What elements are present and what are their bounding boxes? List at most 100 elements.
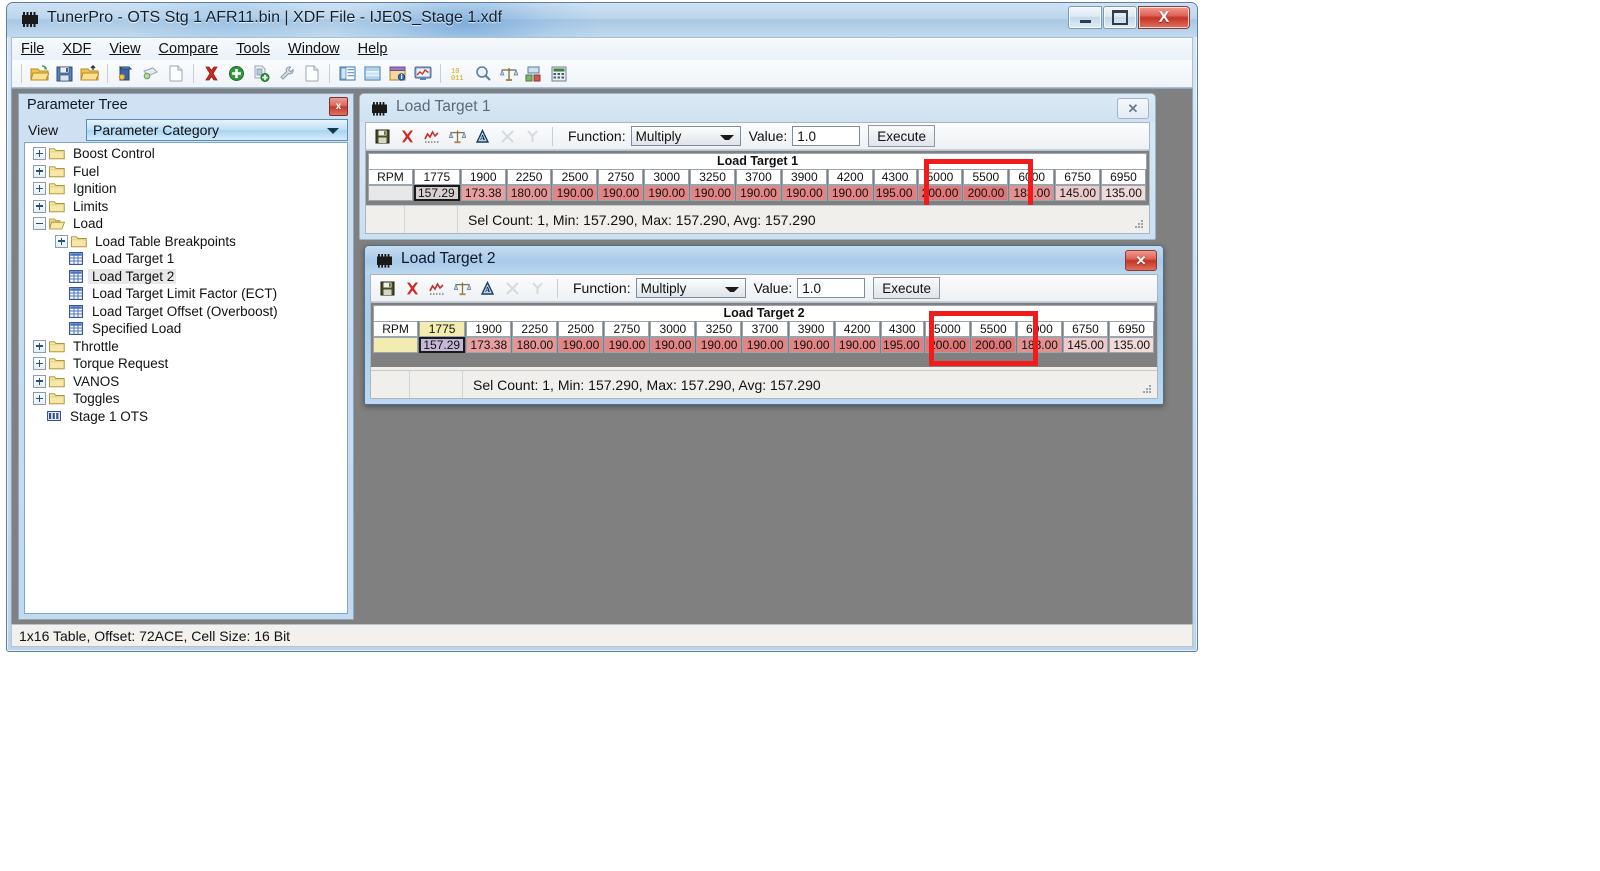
column-header[interactable]: 2750	[598, 169, 644, 185]
function-dropdown[interactable]: Multiply	[635, 278, 746, 298]
tree-item-torque-request[interactable]: Torque Request	[25, 355, 347, 373]
data-cell[interactable]: 190.00	[834, 337, 880, 353]
save-table-icon[interactable]	[377, 278, 397, 298]
hex-editor-icon[interactable]: 10 011	[448, 63, 469, 84]
column-header[interactable]: 3700	[742, 321, 788, 337]
column-header[interactable]: 4200	[834, 321, 880, 337]
tree-item-load[interactable]: Load	[25, 215, 347, 233]
revert-red-x-icon[interactable]	[402, 278, 422, 298]
expand-icon[interactable]	[55, 234, 68, 248]
copy-add-icon[interactable]	[251, 63, 272, 84]
table-window-close-button[interactable]: ✕	[1125, 250, 1157, 271]
function-dropdown[interactable]: Multiply	[630, 126, 741, 146]
collapse-icon[interactable]	[33, 217, 46, 231]
graph-monitor-icon[interactable]	[412, 63, 433, 84]
tree-item-load-target-2[interactable]: Load Target 2	[25, 268, 347, 286]
tree-item-limits[interactable]: Limits	[25, 198, 347, 216]
data-cell[interactable]: 195.00	[873, 185, 917, 201]
tree-item-stage-1-ots[interactable]: Stage 1 OTS	[25, 408, 347, 426]
tree-item-load-target-limit-factor-ect[interactable]: Load Target Limit Factor (ECT)	[25, 285, 347, 303]
column-header[interactable]: 2750	[604, 321, 650, 337]
column-header[interactable]: 6750	[1062, 321, 1108, 337]
value-input[interactable]: 1.0	[792, 126, 861, 146]
column-header[interactable]: 6750	[1055, 169, 1101, 185]
data-cell[interactable]: 173.38	[466, 337, 512, 353]
layout-icon[interactable]	[523, 63, 544, 84]
tree-item-ignition[interactable]: Ignition	[25, 180, 347, 198]
data-cell[interactable]: 190.00	[781, 185, 827, 201]
save-table-icon[interactable]	[372, 126, 392, 146]
revert-red-x-icon[interactable]	[397, 126, 417, 146]
data-cell[interactable]: 183.00	[1016, 337, 1062, 353]
histogram-icon[interactable]: A	[477, 278, 497, 298]
compare-scales-icon[interactable]	[498, 63, 519, 84]
expand-icon[interactable]	[33, 357, 46, 371]
data-cell[interactable]: 145.00	[1062, 337, 1108, 353]
close-button[interactable]: X	[1138, 6, 1190, 29]
tree-item-boost-control[interactable]: Boost Control	[25, 145, 347, 163]
data-cell[interactable]: 190.00	[650, 337, 696, 353]
scales-compare-icon[interactable]	[452, 278, 472, 298]
menu-help[interactable]: Help	[349, 39, 397, 59]
expand-icon[interactable]	[33, 339, 46, 353]
data-cell[interactable]: 145.00	[1055, 185, 1101, 201]
column-header[interactable]: 2500	[552, 169, 598, 185]
data-cell[interactable]: 135.00	[1108, 337, 1155, 353]
data-cell[interactable]: 183.00	[1009, 185, 1055, 201]
column-header[interactable]: 1775	[419, 321, 466, 337]
table-window-load-target-1[interactable]: Load Target 1 ✕ A Function: Multiply Value: 1.…	[359, 93, 1156, 240]
table-window-titlebar[interactable]: Load Target 2 ✕	[365, 246, 1163, 274]
wrench-icon[interactable]	[276, 63, 297, 84]
table-window-titlebar[interactable]: Load Target 1 ✕	[360, 94, 1155, 122]
column-header[interactable]: 3000	[650, 321, 696, 337]
data-cell[interactable]: 190.00	[604, 337, 650, 353]
menu-window[interactable]: Window	[279, 39, 349, 59]
column-header[interactable]: 3250	[690, 169, 735, 185]
row-label-cell[interactable]	[373, 337, 418, 353]
data-cell[interactable]: 190.00	[552, 185, 598, 201]
histogram-icon[interactable]: A	[472, 126, 492, 146]
parameter-tree-icon[interactable]	[337, 63, 358, 84]
tree-item-toggles[interactable]: Toggles	[25, 390, 347, 408]
data-cell[interactable]: 157.29	[418, 337, 466, 353]
data-cell[interactable]: 190.00	[598, 185, 644, 201]
expand-icon[interactable]	[33, 164, 46, 178]
data-cell[interactable]: 135.00	[1101, 185, 1146, 201]
expand-icon[interactable]	[33, 374, 46, 388]
tree-item-vanos[interactable]: VANOS	[25, 373, 347, 391]
graph-plot-icon[interactable]	[427, 278, 447, 298]
maximize-button[interactable]	[1103, 6, 1137, 29]
column-header[interactable]: 3900	[788, 321, 834, 337]
menu-file[interactable]: File	[12, 39, 53, 59]
expand-icon[interactable]	[33, 392, 46, 406]
expand-icon[interactable]	[33, 147, 46, 161]
scales-compare-icon[interactable]	[447, 126, 467, 146]
data-cell[interactable]: 195.00	[880, 337, 924, 353]
column-header[interactable]: 4200	[827, 169, 873, 185]
add-green-plus-icon[interactable]	[226, 63, 247, 84]
close-bin-icon[interactable]	[140, 63, 161, 84]
minimize-button[interactable]	[1068, 6, 1102, 29]
data-cell[interactable]: 190.00	[696, 337, 742, 353]
column-header[interactable]: 3700	[735, 169, 781, 185]
data-grid[interactable]: RPM 1775 1900 2250 2500 2750 3000 3250 3700 3900 4…	[368, 169, 1147, 201]
column-header[interactable]: 4300	[880, 321, 924, 337]
menu-view[interactable]: View	[100, 39, 149, 59]
table-window-close-button[interactable]: ✕	[1117, 98, 1149, 119]
save-as-icon[interactable]	[79, 63, 100, 84]
data-cell[interactable]: 190.00	[742, 337, 788, 353]
tree-item-specified-load[interactable]: Specified Load	[25, 320, 347, 338]
data-cell[interactable]: 180.00	[506, 185, 552, 201]
tree-item-load-target-offset-overboost[interactable]: Load Target Offset (Overboost)	[25, 303, 347, 321]
column-header[interactable]: 5000	[917, 169, 963, 185]
column-header[interactable]: 3250	[696, 321, 742, 337]
open-bin-icon[interactable]	[115, 63, 136, 84]
execute-button[interactable]: Execute	[868, 125, 936, 147]
tree-item-load-table-breakpoints[interactable]: Load Table Breakpoints	[25, 233, 347, 251]
tree-item-fuel[interactable]: Fuel	[25, 163, 347, 181]
data-cell[interactable]: 180.00	[512, 337, 558, 353]
data-cell[interactable]: 200.00	[963, 185, 1009, 201]
table-view-icon[interactable]	[362, 63, 383, 84]
new-document-icon[interactable]	[165, 63, 186, 84]
parameter-category-dropdown[interactable]: Parameter Category	[86, 119, 348, 141]
